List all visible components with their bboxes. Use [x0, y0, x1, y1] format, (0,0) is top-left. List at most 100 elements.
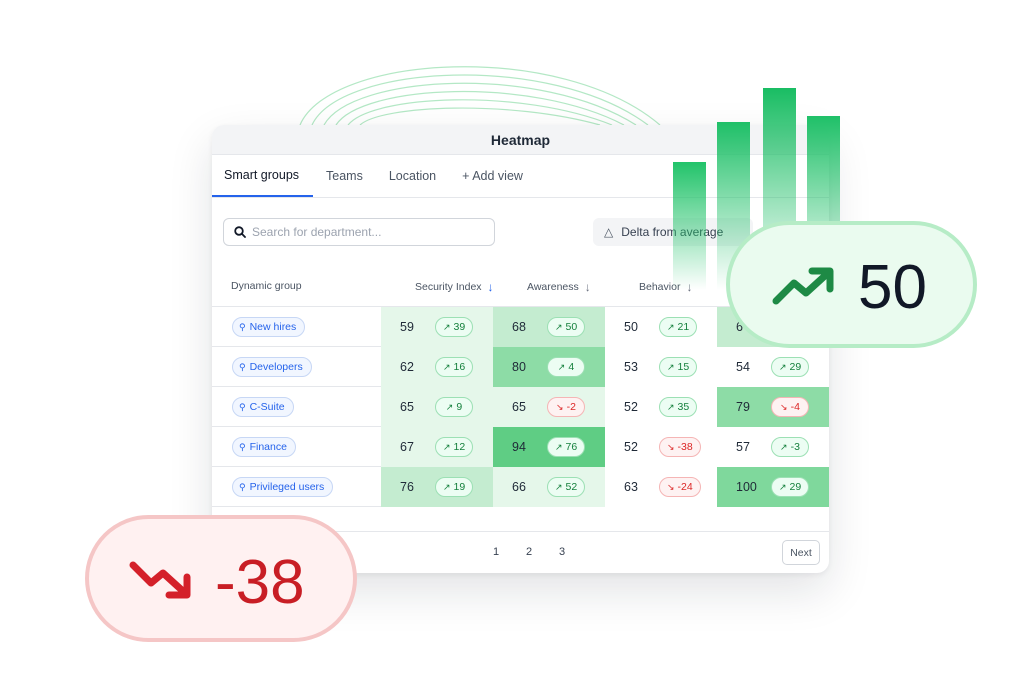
trending-up-icon: ↗: [555, 481, 563, 492]
pin-icon: ⚲: [239, 361, 246, 372]
trending-down-icon: ↘: [667, 481, 675, 492]
cell-value: 62: [400, 360, 414, 374]
delta-badge: ↗ 52: [547, 477, 586, 497]
arrow-down-icon[interactable]: ↓: [488, 280, 494, 294]
delta-value: 4: [568, 361, 575, 373]
trending-up-icon: ↗: [557, 361, 566, 372]
cell-value: 67: [400, 440, 414, 454]
trending-up-icon: ↗: [667, 361, 675, 372]
trending-up-icon: [772, 267, 834, 305]
column-header-dynamic-group: Dynamic group: [231, 280, 302, 292]
trending-down-icon: ↘: [556, 401, 564, 412]
page-1-link[interactable]: 1: [493, 546, 499, 558]
heatmap-cell[interactable]: 53 ↗ 15: [605, 347, 717, 387]
table-body: ⚲ New hires 59 ↗ 39 68 ↗ 50 50 ↗ 21 6 ⚲ Developers 62 ↗…: [212, 307, 829, 507]
delta-badge: ↗ 15: [659, 357, 698, 377]
heatmap-cell[interactable]: 94 ↗ 76: [493, 427, 605, 467]
delta-value: 19: [453, 481, 466, 493]
cell-value: 53: [624, 360, 638, 374]
pin-icon: ⚲: [239, 481, 246, 492]
heatmap-cell[interactable]: 57 ↗ -3: [717, 427, 829, 467]
tab-smart-groups[interactable]: Smart groups: [212, 154, 314, 197]
delta-badge: ↗ 50: [547, 317, 586, 337]
group-chip[interactable]: ⚲ Developers: [232, 357, 312, 377]
delta-value: -24: [677, 481, 693, 493]
delta-badge: ↗ 4: [547, 357, 585, 377]
cell-value: 52: [624, 400, 638, 414]
arrow-down-icon[interactable]: ↓: [585, 280, 591, 294]
cell-value: 100: [736, 480, 757, 494]
tab-location[interactable]: Location: [376, 154, 449, 197]
trending-up-icon: ↗: [555, 441, 563, 452]
page-2-link[interactable]: 2: [526, 546, 532, 558]
group-label: Privileged users: [249, 481, 325, 493]
heatmap-cell[interactable]: 50 ↗ 21: [605, 307, 717, 347]
heatmap-cell[interactable]: 54 ↗ 29: [717, 347, 829, 387]
delta-value: 76: [565, 441, 578, 453]
trending-up-icon: ↗: [779, 481, 787, 492]
heatmap-cell[interactable]: 52 ↘ -38: [605, 427, 717, 467]
page-3-link[interactable]: 3: [559, 546, 565, 558]
heatmap-cell[interactable]: 80 ↗ 4: [493, 347, 605, 387]
delta-value: 15: [677, 361, 690, 373]
group-label: Finance: [249, 441, 287, 453]
heatmap-cell[interactable]: 65 ↗ 9: [381, 387, 493, 427]
heatmap-cell[interactable]: 65 ↘ -2: [493, 387, 605, 427]
trending-up-icon: ↗: [780, 441, 788, 452]
cell-value: 94: [512, 440, 526, 454]
add-view-button[interactable]: + Add view: [449, 154, 536, 197]
cell-value: 57: [736, 440, 750, 454]
cell-value: 80: [512, 360, 526, 374]
delta-value: -38: [677, 441, 693, 453]
cell-value: 68: [512, 320, 526, 334]
next-page-button[interactable]: Next: [782, 540, 820, 565]
trending-up-icon: ↗: [443, 441, 451, 452]
heatmap-cell[interactable]: 66 ↗ 52: [493, 467, 605, 507]
positive-trend-value: 50: [858, 253, 927, 322]
cell-value: 50: [624, 320, 638, 334]
heatmap-cell[interactable]: 76 ↗ 19: [381, 467, 493, 507]
delta-value: -2: [566, 401, 576, 413]
heatmap-cell[interactable]: 63 ↘ -24: [605, 467, 717, 507]
delta-badge: ↗ 16: [435, 357, 474, 377]
tab-teams[interactable]: Teams: [313, 154, 376, 197]
cell-value: 79: [736, 400, 750, 414]
group-chip[interactable]: ⚲ Privileged users: [232, 477, 334, 497]
delta-badge: ↗ 9: [435, 397, 473, 417]
heatmap-cell[interactable]: 62 ↗ 16: [381, 347, 493, 387]
delta-badge: ↗ 12: [435, 437, 474, 457]
heatmap-cell[interactable]: 59 ↗ 39: [381, 307, 493, 347]
group-chip[interactable]: ⚲ C-Suite: [232, 397, 294, 417]
trending-up-icon: ↗: [443, 321, 451, 332]
search-input[interactable]: [252, 225, 482, 239]
column-header-awareness[interactable]: Awareness ↓: [527, 280, 591, 294]
delta-badge: ↗ 21: [659, 317, 698, 337]
delta-value: -4: [790, 401, 800, 413]
heatmap-cell[interactable]: 79 ↘ -4: [717, 387, 829, 427]
search-box[interactable]: [223, 218, 495, 246]
pin-icon: ⚲: [239, 321, 246, 332]
column-header-security-index[interactable]: Security Index ↓: [415, 280, 494, 294]
cell-value: 65: [400, 400, 414, 414]
trending-up-icon: ↗: [445, 401, 454, 412]
group-label: C-Suite: [249, 401, 285, 413]
heatmap-cell[interactable]: 67 ↗ 12: [381, 427, 493, 467]
group-chip[interactable]: ⚲ New hires: [232, 317, 306, 337]
group-label: New hires: [249, 321, 297, 333]
delta-value: 35: [677, 401, 690, 413]
group-chip[interactable]: ⚲ Finance: [232, 437, 296, 457]
heatmap-cell[interactable]: 52 ↗ 35: [605, 387, 717, 427]
table-row: ⚲ Finance 67 ↗ 12 94 ↗ 76 52 ↘ -38 57 ↗ -3: [212, 427, 829, 467]
trending-up-icon: ↗: [555, 321, 563, 332]
heatmap-cell[interactable]: 68 ↗ 50: [493, 307, 605, 347]
delta-badge: ↗ 35: [659, 397, 698, 417]
positive-trend-callout: 50: [726, 221, 977, 348]
heatmap-cell[interactable]: 100 ↗ 29: [717, 467, 829, 507]
table-row: ⚲ Developers 62 ↗ 16 80 ↗ 4 53 ↗ 15 54 ↗ 29: [212, 347, 829, 387]
delta-value: 12: [453, 441, 466, 453]
delta-value: 9: [456, 401, 463, 413]
decorative-bar: [673, 162, 706, 290]
trending-up-icon: ↗: [667, 401, 675, 412]
delta-badge: ↗ 19: [435, 477, 474, 497]
delta-badge: ↘ -4: [771, 397, 809, 417]
